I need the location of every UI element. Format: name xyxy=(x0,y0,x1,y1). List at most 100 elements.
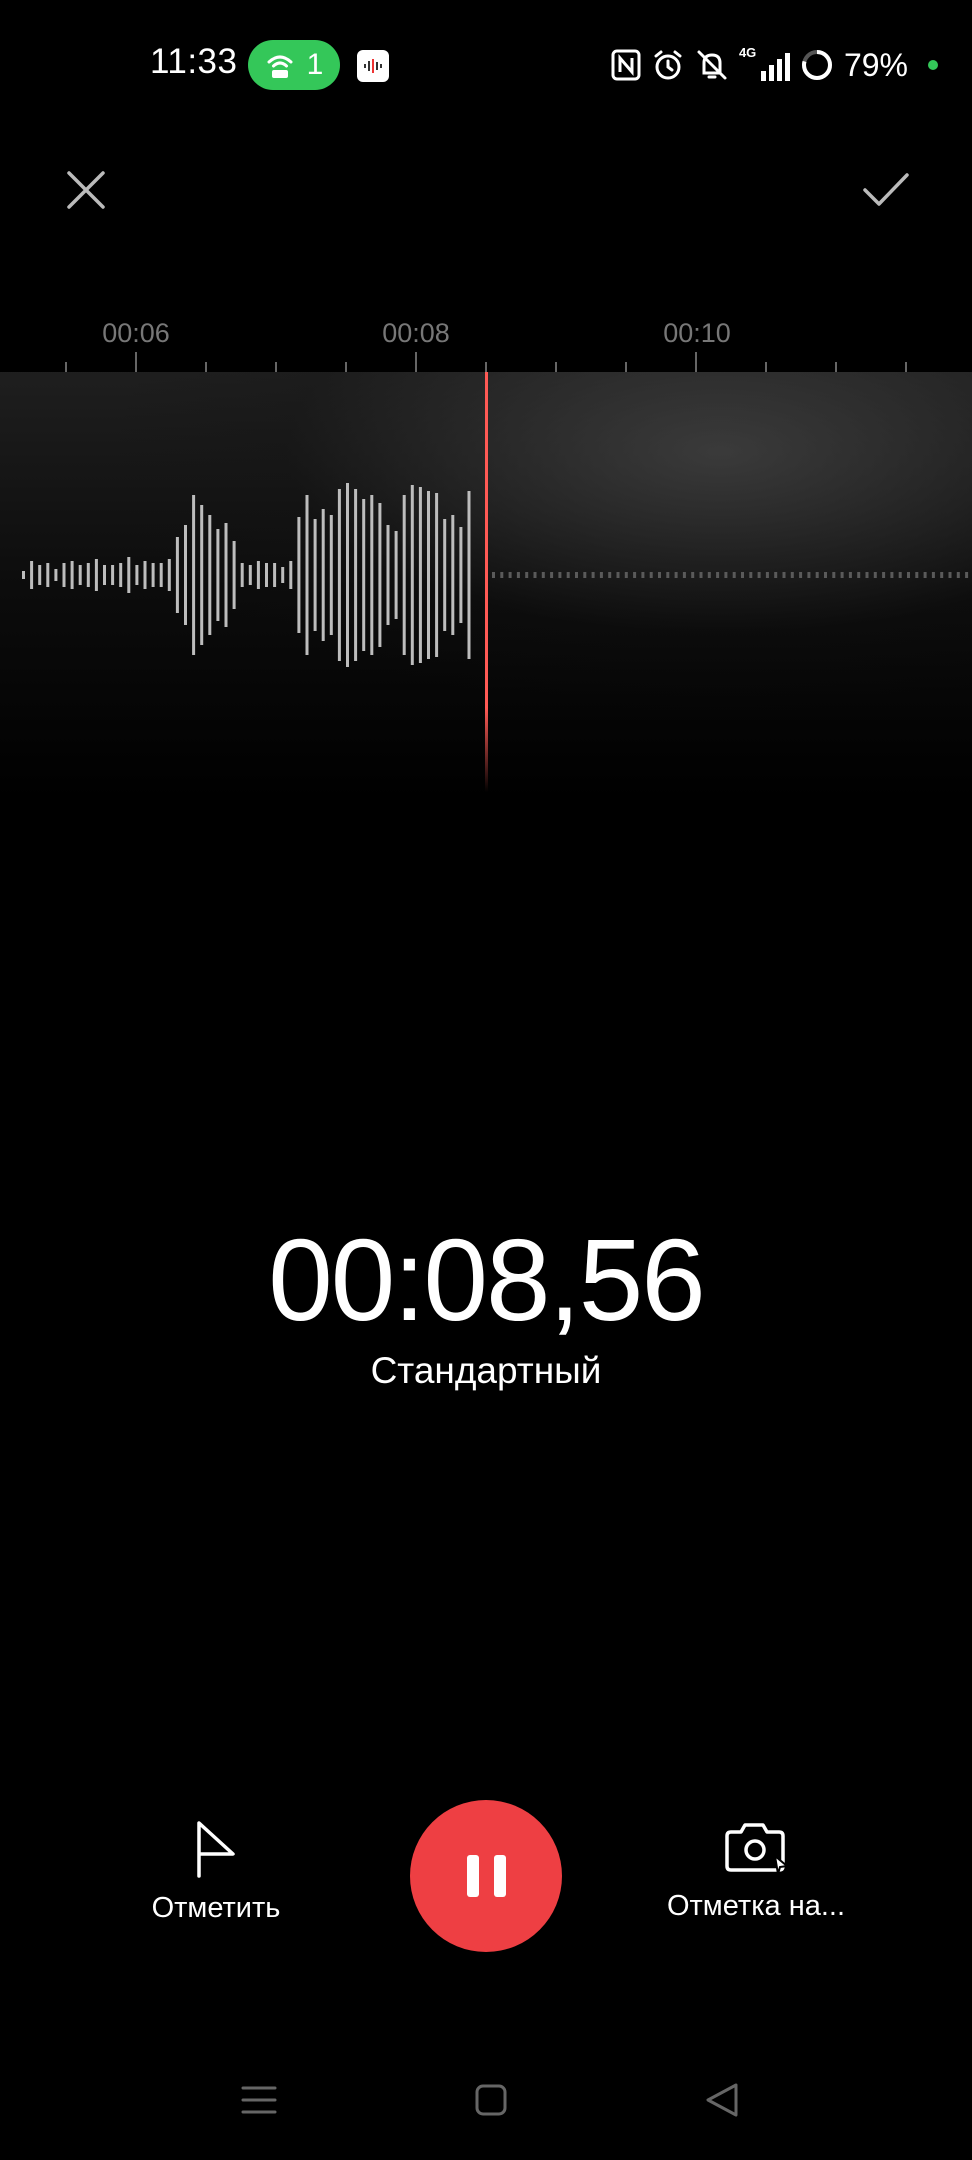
waveform-bar xyxy=(354,489,358,661)
waveform-placeholder-bar xyxy=(931,572,935,578)
waveform-bar xyxy=(208,515,212,635)
playhead[interactable] xyxy=(485,372,488,792)
waveform-bar xyxy=(103,565,106,585)
status-time: 11:33 xyxy=(150,42,238,81)
waveform-bar xyxy=(70,561,74,589)
back-icon xyxy=(706,2083,738,2117)
mark-label: Отметить xyxy=(151,1892,281,1924)
waveform-bar xyxy=(427,491,430,659)
done-button[interactable] xyxy=(854,160,918,220)
waveform-placeholder-bar xyxy=(807,572,811,578)
waveform-bar xyxy=(451,515,455,635)
home-button[interactable] xyxy=(471,2080,511,2120)
waveform-placeholder-bar xyxy=(533,572,537,578)
home-icon xyxy=(475,2084,507,2116)
flag-icon xyxy=(197,1821,235,1878)
waveform-bar xyxy=(159,563,163,587)
waveform-bar xyxy=(135,565,139,585)
waveform-bar xyxy=(459,527,463,623)
privacy-indicator-dot xyxy=(928,60,938,70)
waveform-placeholder-bar xyxy=(824,572,827,578)
waveform-bar xyxy=(184,525,187,625)
waveform-bar xyxy=(94,559,98,591)
recent-apps-button[interactable] xyxy=(239,2080,279,2120)
waveform-placeholder-bar xyxy=(898,572,902,578)
waveform-placeholder-bar xyxy=(516,572,520,578)
waveform-bar xyxy=(313,519,317,631)
waveform-bar xyxy=(175,537,179,613)
waveform-placeholder-bar xyxy=(716,572,720,578)
waveform-placeholder-bar xyxy=(525,572,529,578)
waveform-placeholder-bar xyxy=(890,572,894,578)
waveform-placeholder-bar xyxy=(741,572,744,578)
waveform-placeholder-bar xyxy=(691,572,695,578)
battery-ring-icon xyxy=(801,50,832,80)
waveform-placeholder-bar xyxy=(658,572,661,578)
waveform-placeholder-bar xyxy=(492,572,495,578)
nfc-icon xyxy=(611,49,641,81)
waveform-placeholder-bar xyxy=(907,572,910,578)
cell-signal-icon: 4G xyxy=(739,45,790,81)
photo-mark-label: Отметка на... xyxy=(666,1890,846,1922)
waveform-bar xyxy=(265,563,268,587)
menu-icon xyxy=(241,2086,277,2114)
waveform-placeholder-bar xyxy=(857,572,861,578)
check-icon xyxy=(863,173,909,206)
close-button[interactable] xyxy=(56,160,116,220)
waveform-placeholder-bar xyxy=(774,572,778,578)
battery-percent: 79% xyxy=(843,46,908,83)
waveform-placeholder-bar xyxy=(591,572,595,578)
waveform-bar xyxy=(192,495,196,655)
back-button[interactable] xyxy=(702,2080,742,2120)
waveform-placeholder-bar xyxy=(873,572,877,578)
waveform-bar xyxy=(410,485,414,665)
waveform-placeholder-bar xyxy=(865,572,869,578)
waveform-placeholder-bar xyxy=(633,572,637,578)
waveform-bar xyxy=(289,561,293,589)
waveform-bar xyxy=(151,563,155,587)
waveform-placeholder-bar xyxy=(948,572,952,578)
waveform-bar xyxy=(46,563,50,587)
hotspot-icon xyxy=(267,55,293,78)
waveform-placeholder-bar xyxy=(749,572,753,578)
waveform-placeholder-bar xyxy=(508,572,512,578)
waveform-placeholder-bar xyxy=(965,572,969,578)
waveform-placeholder-bar xyxy=(940,572,944,578)
alarm-icon xyxy=(654,50,682,80)
waveform-bar xyxy=(386,525,390,625)
waveform-bar xyxy=(232,541,236,609)
waveform-placeholder-bar xyxy=(782,572,786,578)
photo-mark-button[interactable]: Отметка на... xyxy=(650,1820,862,1923)
waveform-bar xyxy=(321,509,325,641)
recording-mode: Стандартный xyxy=(370,1350,602,1391)
waveform-placeholder-bar xyxy=(732,572,736,578)
mute-icon xyxy=(697,50,727,80)
waveform-bar xyxy=(362,499,366,651)
waveform-placeholder-bar xyxy=(882,572,886,578)
waveform-bar xyxy=(370,495,374,655)
waveform-placeholder-bar xyxy=(575,572,578,578)
status-icons: 4G 79% xyxy=(611,40,938,90)
time-ruler: 00:06 00:08 00:10 xyxy=(0,300,972,380)
network-type: 4G xyxy=(738,45,757,60)
waveform-bar xyxy=(329,515,333,635)
waveform-bar xyxy=(119,563,123,587)
waveform-bar xyxy=(402,495,406,655)
waveform-bar xyxy=(111,565,115,585)
close-icon xyxy=(67,171,105,209)
waveform-bar xyxy=(435,493,439,657)
waveform-placeholder-bar xyxy=(500,572,504,578)
pause-icon xyxy=(466,1855,506,1897)
waveform-bar xyxy=(200,505,204,645)
waveform-placeholder-bar xyxy=(649,572,653,578)
waveform-bar xyxy=(30,561,34,589)
waveform-placeholder-bar xyxy=(848,572,852,578)
waveform-bar xyxy=(297,517,301,633)
mark-button[interactable]: Отметить xyxy=(116,1820,316,1925)
waveform-placeholder-bar xyxy=(765,572,769,578)
recorder-notification-icon xyxy=(357,50,389,82)
pause-button[interactable] xyxy=(410,1800,562,1952)
waveform-placeholder-bar xyxy=(956,572,960,578)
waveform-placeholder-bar xyxy=(840,572,844,578)
waveform-placeholder-bar xyxy=(757,572,761,578)
